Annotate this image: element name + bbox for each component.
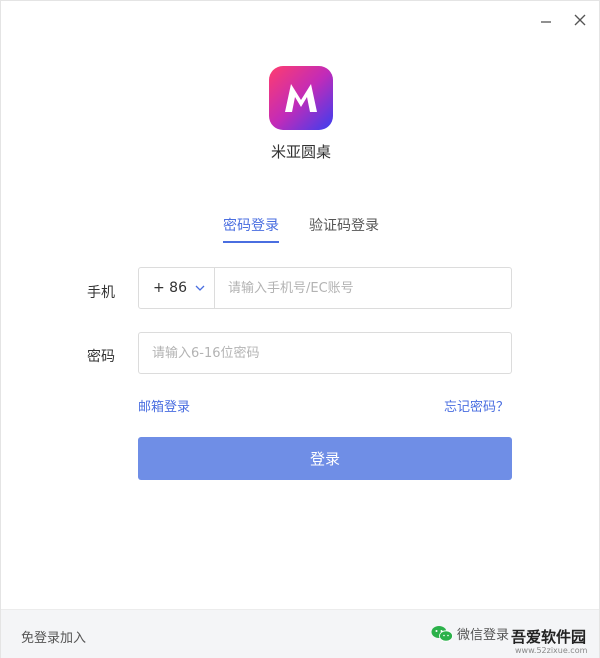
close-button[interactable] [567, 7, 593, 33]
watermark: 吾爱软件园 www.52zixue.com [499, 612, 599, 658]
close-icon [574, 14, 586, 26]
watermark-url: www.52zixue.com [515, 646, 588, 655]
email-login-link[interactable]: 邮箱登录 [138, 396, 190, 415]
wechat-login-label: 微信登录 [457, 628, 510, 643]
password-field [138, 332, 512, 374]
login-button[interactable]: 登录 [138, 437, 512, 480]
phone-input[interactable] [215, 268, 511, 308]
country-code-select[interactable]: + 86 [139, 268, 215, 308]
phone-field: + 86 [138, 267, 512, 309]
phone-label: 手机 [87, 285, 115, 301]
chevron-down-icon [195, 285, 205, 291]
password-label: 密码 [87, 349, 115, 365]
app-name: 米亚圆桌 [270, 143, 331, 161]
login-window: 米亚圆桌 密码登录 验证码登录 手机 + 86 密码 邮箱登录 忘记密码？ 登录… [0, 0, 600, 658]
tab-password-login[interactable]: 密码登录 [223, 215, 279, 243]
tab-code-login[interactable]: 验证码登录 [309, 215, 379, 243]
minimize-button[interactable] [533, 7, 559, 33]
password-input[interactable] [139, 333, 511, 373]
forgot-password-link[interactable]: 忘记密码？ [444, 396, 509, 415]
country-code-value: + 86 [153, 280, 187, 296]
free-login-link[interactable]: 免登录加入 [21, 627, 86, 646]
app-logo [269, 66, 333, 130]
minimize-icon [541, 21, 551, 23]
wechat-login-button[interactable]: 微信登录 [431, 624, 509, 643]
wechat-icon [431, 625, 453, 642]
watermark-text: 吾爱软件园 [511, 628, 587, 646]
footer: 免登录加入 微信登录 吾爱软件园 www.52zixue.com [1, 609, 599, 658]
login-tabs: 密码登录 验证码登录 [1, 215, 600, 243]
